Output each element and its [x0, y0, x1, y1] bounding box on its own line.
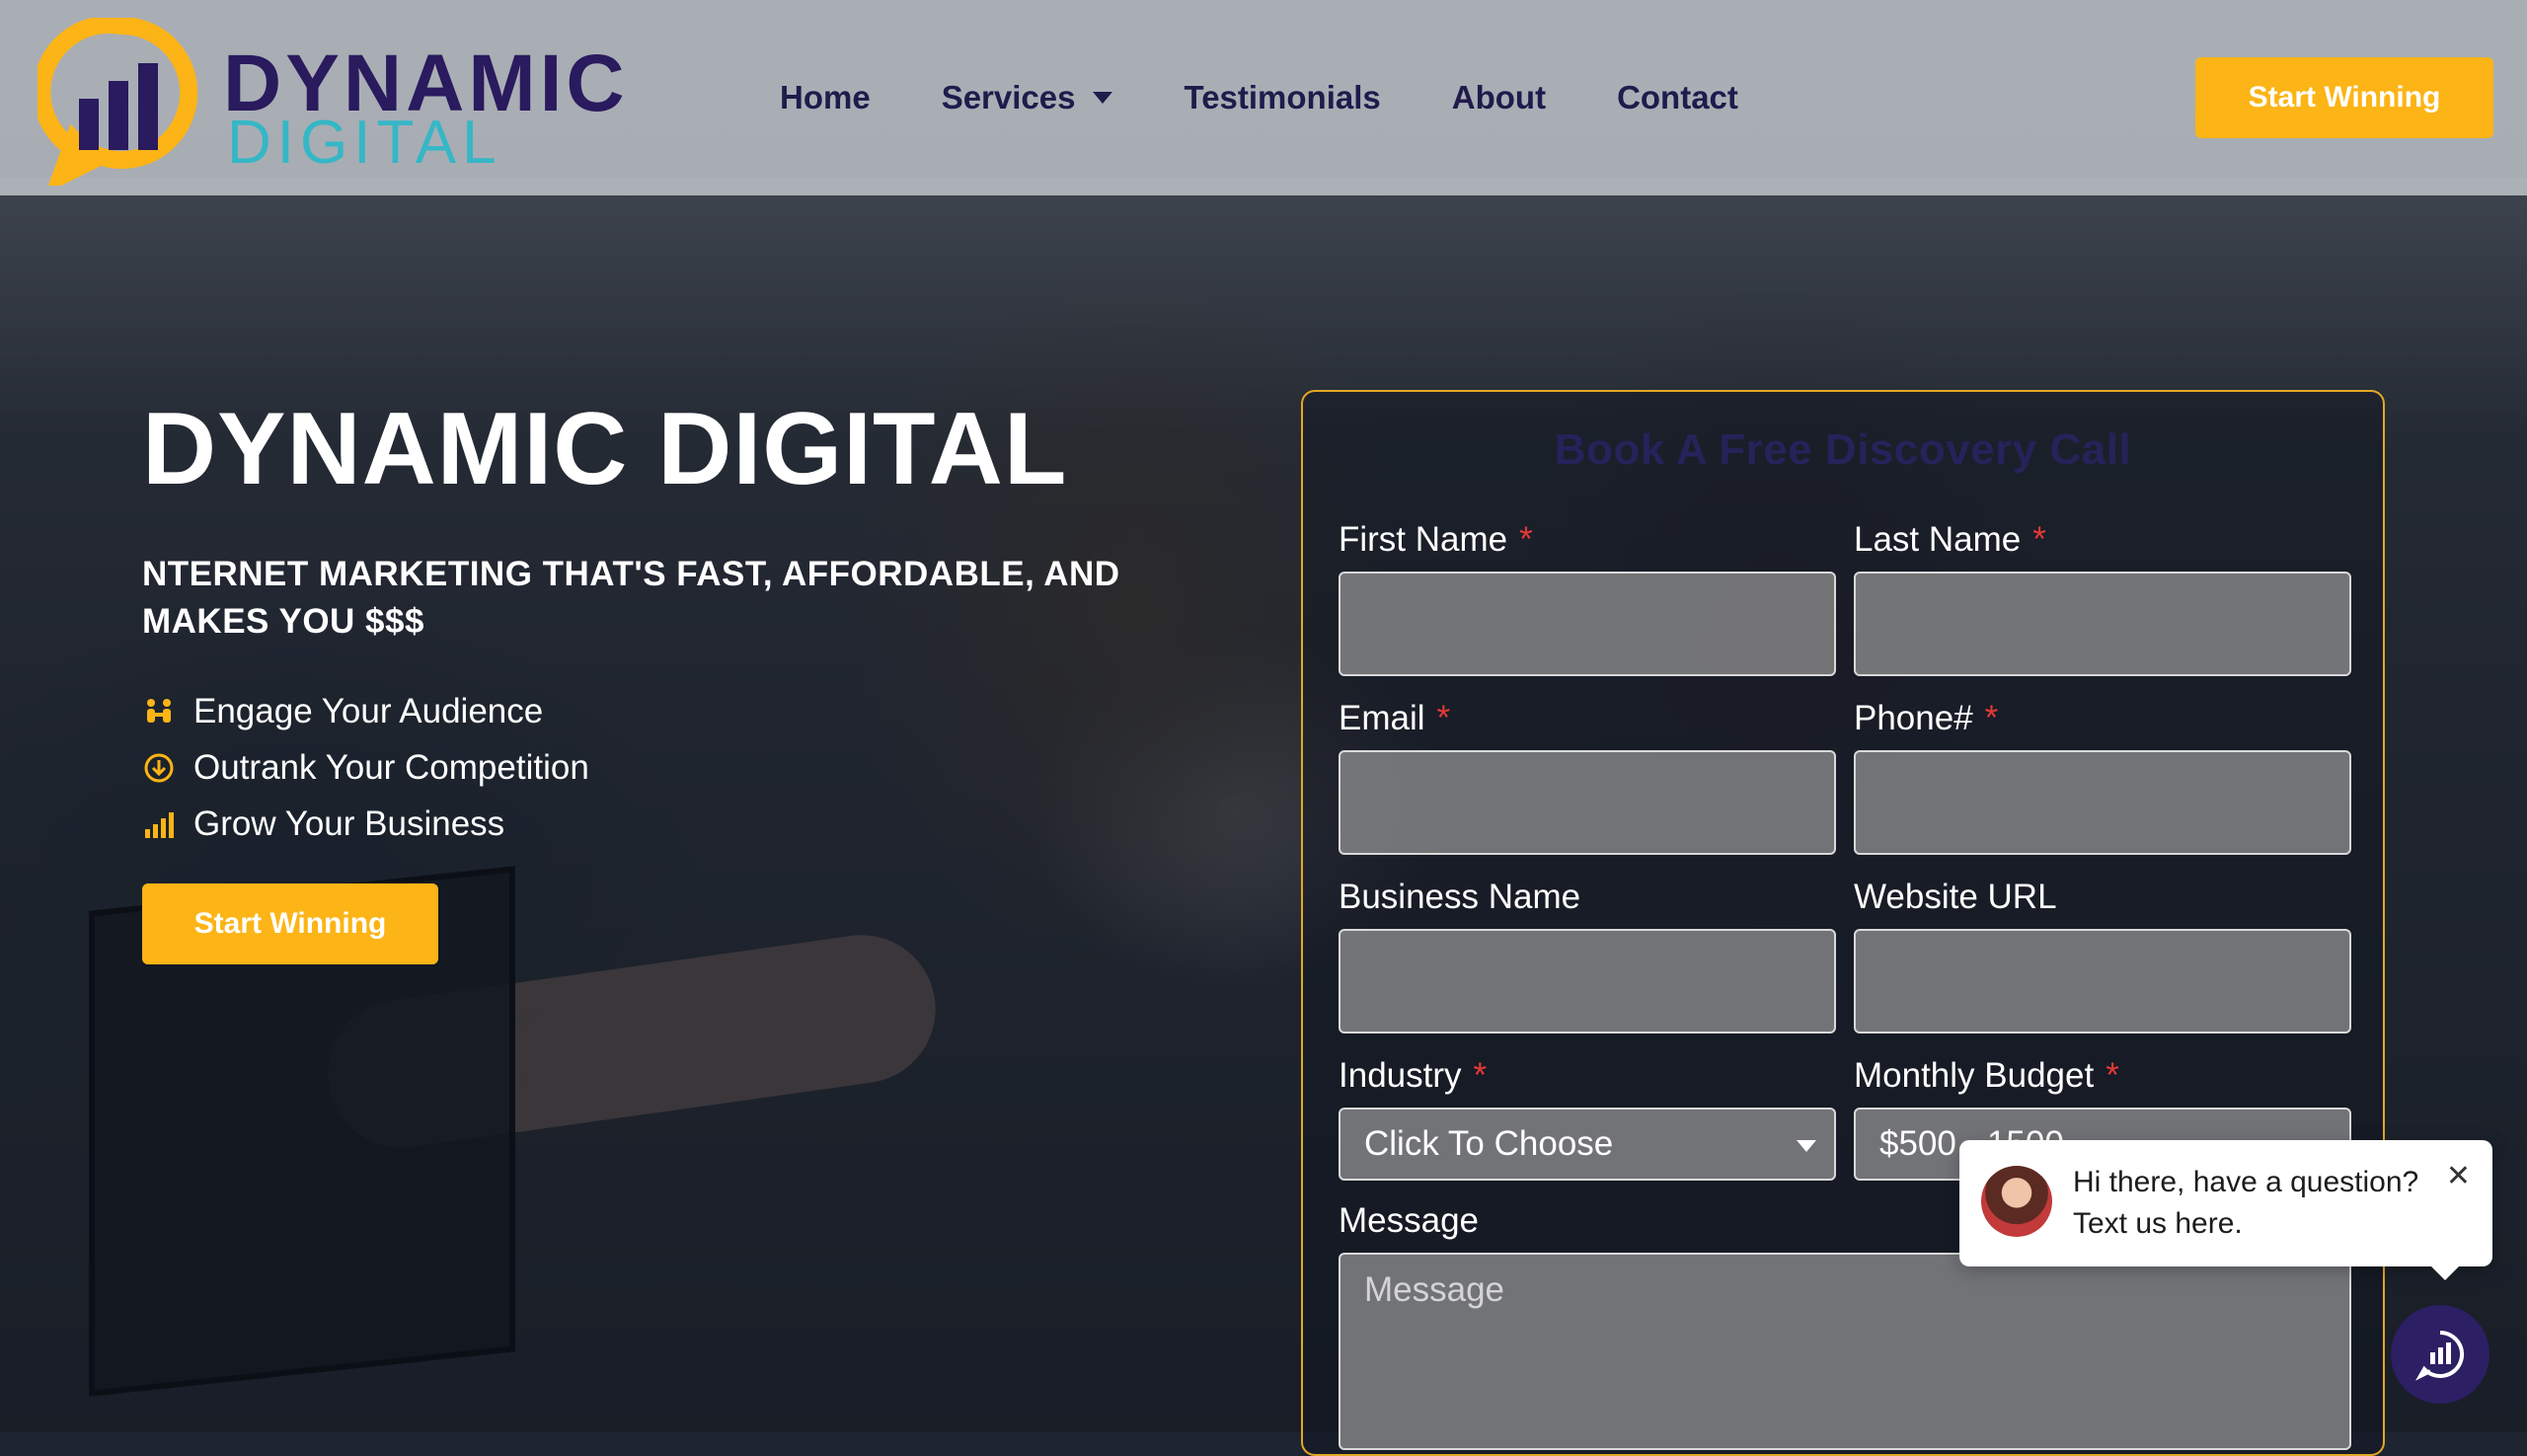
- last-name-label-text: Last Name: [1854, 520, 2022, 559]
- header-start-winning-button[interactable]: Start Winning: [2195, 57, 2493, 138]
- email-label-text: Email: [1339, 699, 1425, 737]
- hero-benefits-list: Engage Your Audience Outrank Your Compet…: [142, 683, 589, 852]
- chevron-down-icon: [1797, 1140, 1816, 1152]
- website-url-label: Website URL: [1854, 878, 2057, 916]
- nav-contact[interactable]: Contact: [1617, 69, 1738, 126]
- business-name-input[interactable]: [1339, 929, 1836, 1034]
- benefit-item: Grow Your Business: [142, 796, 589, 852]
- benefit-text: Outrank Your Competition: [193, 747, 589, 787]
- industry-label: Industry *: [1339, 1056, 1487, 1096]
- business-name-label: Business Name: [1339, 878, 1581, 916]
- benefit-item: Outrank Your Competition: [142, 739, 589, 796]
- nav-services-label: Services: [941, 79, 1076, 115]
- required-marker: *: [1984, 699, 1999, 737]
- message-label: Message: [1339, 1201, 1480, 1240]
- first-name-input[interactable]: [1339, 572, 1836, 676]
- message-textarea[interactable]: Message: [1339, 1253, 2351, 1450]
- required-marker: *: [2032, 520, 2046, 559]
- industry-select[interactable]: Click To Choose: [1339, 1108, 1836, 1181]
- email-label: Email *: [1339, 699, 1450, 738]
- hero-subtitle: NTERNET MARKETING THAT'S FAST, AFFORDABL…: [142, 555, 1120, 641]
- chat-popup-message: Hi there, have a question? Text us here.: [2073, 1166, 2419, 1240]
- benefit-item: Engage Your Audience: [142, 683, 589, 739]
- logo-wordmark-line2: DIGITAL: [227, 109, 502, 177]
- discovery-call-form: Book A Free Discovery Call First Name * L…: [1301, 390, 2385, 1456]
- required-marker: *: [2106, 1056, 2119, 1095]
- nav-services[interactable]: Services: [942, 69, 1113, 126]
- required-marker: *: [1473, 1056, 1488, 1095]
- phone-label-text: Phone#: [1854, 699, 1973, 737]
- chat-logo-icon: [2414, 1330, 2465, 1381]
- main-menu: Home Services Testimonials About Contact: [780, 69, 1809, 126]
- monthly-budget-label-text: Monthly Budget: [1854, 1056, 2095, 1095]
- bar-chart-icon: [142, 807, 176, 841]
- arrow-down-circle-icon: [142, 751, 176, 785]
- last-name-label: Last Name *: [1854, 520, 2046, 560]
- phone-label: Phone# *: [1854, 699, 1998, 738]
- close-icon[interactable]: ✕: [2446, 1162, 2471, 1191]
- last-name-input[interactable]: [1854, 572, 2351, 676]
- hero-start-winning-button[interactable]: Start Winning: [142, 883, 438, 964]
- logo-pin-icon: [38, 18, 198, 186]
- monthly-budget-label: Monthly Budget *: [1854, 1056, 2119, 1096]
- brand-logo[interactable]: DYNAMIC DIGITAL: [38, 18, 630, 186]
- required-marker: *: [1519, 520, 1533, 559]
- chat-launcher-button[interactable]: [2391, 1305, 2489, 1404]
- chat-popup[interactable]: Hi there, have a question? Text us here.…: [1959, 1140, 2492, 1280]
- nav-about[interactable]: About: [1452, 69, 1546, 126]
- first-name-label: First Name *: [1339, 520, 1533, 560]
- agent-avatar: [1981, 1166, 2052, 1237]
- site-header: DYNAMIC DIGITAL Home Services Testimonia…: [0, 0, 2527, 195]
- industry-label-text: Industry: [1339, 1056, 1462, 1095]
- first-name-label-text: First Name: [1339, 520, 1508, 559]
- form-title: Book A Free Discovery Call: [1554, 425, 2132, 474]
- benefit-text: Engage Your Audience: [193, 691, 544, 730]
- industry-selected-value: Click To Choose: [1364, 1124, 1614, 1163]
- phone-input[interactable]: [1854, 750, 2351, 855]
- email-input[interactable]: [1339, 750, 1836, 855]
- benefit-text: Grow Your Business: [193, 804, 505, 843]
- website-url-input[interactable]: [1854, 929, 2351, 1034]
- hero-title: DYNAMIC DIGITAL: [142, 392, 1068, 506]
- required-marker: *: [1436, 699, 1451, 737]
- chevron-down-icon: [1093, 92, 1113, 104]
- people-icon: [142, 695, 176, 728]
- nav-testimonials[interactable]: Testimonials: [1184, 69, 1380, 126]
- nav-home[interactable]: Home: [780, 69, 871, 126]
